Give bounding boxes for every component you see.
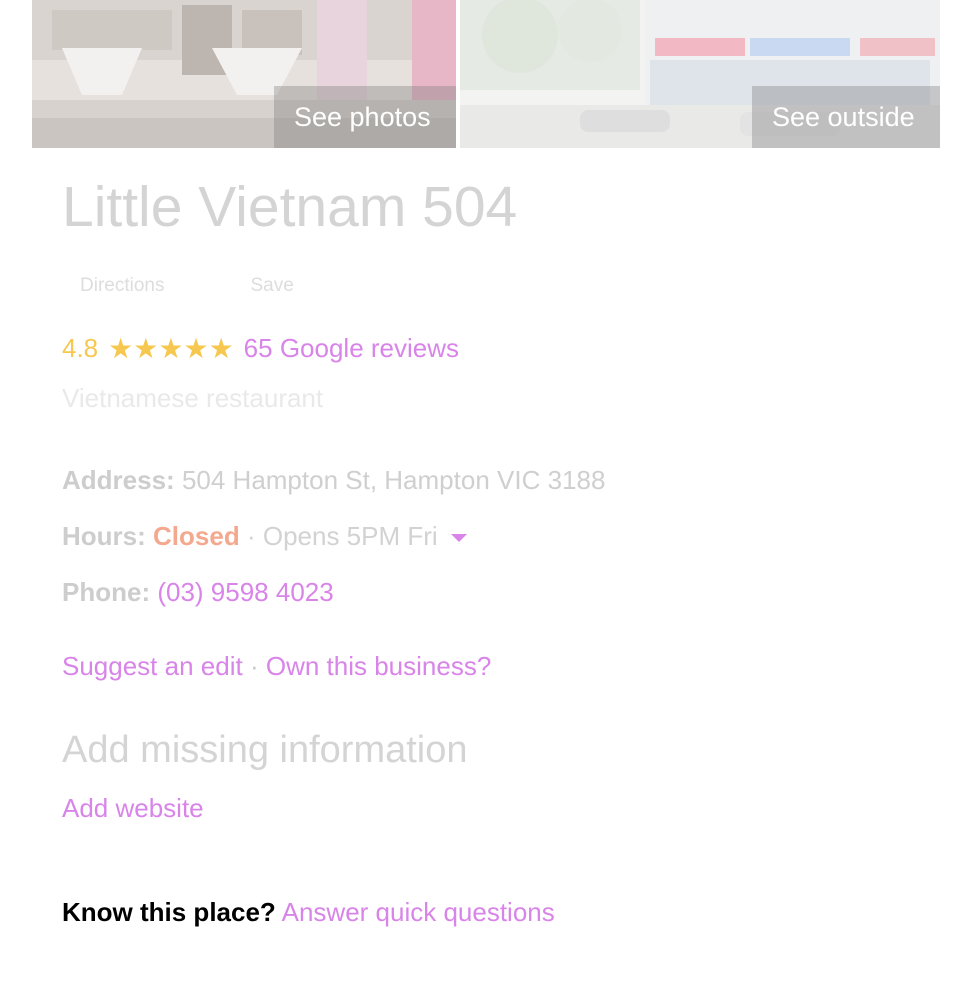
rating-value: 4.8 [62, 332, 99, 363]
reviews-link[interactable]: 65 Google reviews [244, 333, 459, 364]
add-website-row: Add website [62, 791, 204, 825]
missing-info-title: Add missing information [62, 729, 468, 771]
edit-separator: · [249, 651, 259, 681]
answer-questions-link[interactable]: Answer quick questions [282, 897, 555, 927]
directions-button[interactable]: Directions [62, 275, 182, 297]
hours-separator: · [246, 521, 256, 551]
see-photos-label: See photos [294, 102, 431, 132]
see-photos-button[interactable]: See photos [274, 86, 456, 148]
hours-status: Closed [153, 521, 240, 551]
place-category: Vietnamese restaurant [62, 383, 324, 413]
address-value[interactable]: 504 Hampton St, Hampton VIC 3188 [182, 465, 605, 495]
know-place-row: Know this place? Answer quick questions [62, 895, 555, 929]
phone-row: Phone: (03) 9598 4023 [62, 575, 334, 609]
phone-label: Phone: [62, 577, 151, 607]
photo-strip: See photos See outside [32, 0, 940, 148]
hours-label: Hours: [62, 521, 146, 551]
hours-detail[interactable]: Opens 5PM Fri [263, 521, 438, 551]
see-outside-button[interactable]: See outside [752, 86, 940, 148]
caret-down-icon[interactable] [450, 534, 467, 543]
action-row: Directions Save [62, 272, 312, 300]
place-title: Little Vietnam 504 [62, 175, 518, 239]
know-place-label: Know this place? [62, 897, 276, 927]
address-label: Address: [62, 465, 175, 495]
own-business-link[interactable]: Own this business? [266, 651, 491, 681]
edit-row: Suggest an edit · Own this business? [62, 649, 491, 683]
hours-row: Hours: Closed · Opens 5PM Fri [62, 519, 467, 553]
add-website-link[interactable]: Add website [62, 793, 204, 823]
save-button[interactable]: Save [232, 275, 311, 297]
star-rating-icon: ★★★★★ [108, 332, 234, 364]
address-row: Address: 504 Hampton St, Hampton VIC 318… [62, 463, 605, 497]
rating-row: 4.8 ★★★★★ 65 Google reviews [62, 330, 459, 366]
interior-photo[interactable]: See photos [32, 0, 456, 148]
street-view-photo[interactable]: See outside [460, 0, 940, 148]
suggest-edit-link[interactable]: Suggest an edit [62, 651, 243, 681]
phone-link[interactable]: (03) 9598 4023 [157, 577, 333, 607]
see-outside-label: See outside [772, 102, 915, 132]
